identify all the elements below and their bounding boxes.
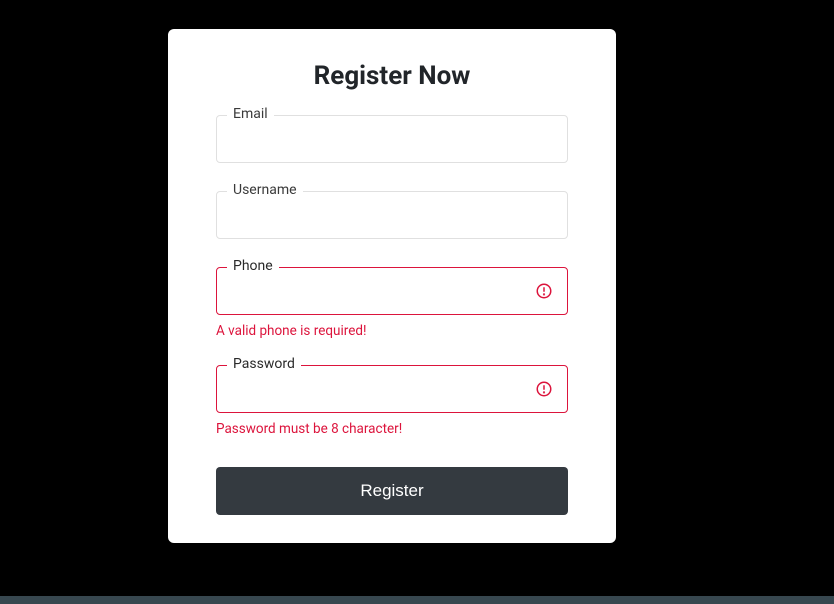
email-label: Email xyxy=(227,106,274,122)
page-title: Register Now xyxy=(216,61,568,91)
username-field-wrapper: Username xyxy=(216,191,568,239)
email-field-group: Email xyxy=(216,115,568,163)
phone-error-text: A valid phone is required! xyxy=(216,323,568,339)
register-card: Register Now Email Username Phone A vali… xyxy=(168,29,616,543)
phone-field[interactable] xyxy=(217,268,567,314)
phone-field-group: Phone A valid phone is required! xyxy=(216,267,568,339)
email-field[interactable] xyxy=(217,116,567,162)
password-field-group: Password Password must be 8 character! xyxy=(216,365,568,437)
footer-bar xyxy=(0,596,834,604)
password-field-wrapper: Password xyxy=(216,365,568,413)
error-icon xyxy=(535,380,553,398)
email-field-wrapper: Email xyxy=(216,115,568,163)
phone-label: Phone xyxy=(227,258,279,274)
password-field[interactable] xyxy=(217,366,567,412)
username-label: Username xyxy=(227,182,303,198)
register-button[interactable]: Register xyxy=(216,467,568,515)
username-field-group: Username xyxy=(216,191,568,239)
password-error-text: Password must be 8 character! xyxy=(216,421,568,437)
error-icon xyxy=(535,282,553,300)
username-field[interactable] xyxy=(217,192,567,238)
phone-field-wrapper: Phone xyxy=(216,267,568,315)
password-label: Password xyxy=(227,356,301,372)
